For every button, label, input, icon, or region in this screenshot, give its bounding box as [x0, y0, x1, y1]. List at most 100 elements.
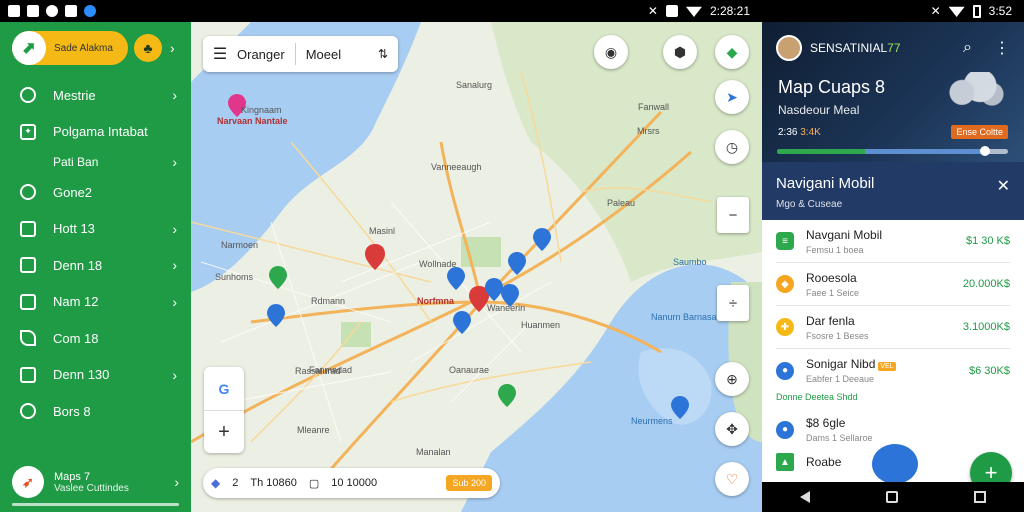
menu-icon[interactable]: ☰ [203, 44, 237, 64]
mute-icon: ✕ [647, 4, 658, 18]
hero-meta-time: 2:36 [778, 126, 798, 138]
app-logo[interactable]: ⬈ Sade Alakma [12, 31, 128, 65]
map-label: Norfmna [417, 296, 455, 306]
zoom-in-button[interactable]: + [204, 410, 244, 453]
drawer-footer[interactable]: ➶ Maps 7 Vaslee Cuttindes › [0, 452, 191, 512]
shield-icon[interactable]: ⬢ [663, 35, 697, 69]
route-tag[interactable]: Sub 200 [446, 475, 492, 491]
item-value: 3.1000K$ [962, 321, 1010, 333]
map-label: Huanmen [521, 320, 561, 330]
map-info-bar[interactable]: ◆ 2 Th 10860 ▢ 10 10000 Sub 200 [203, 468, 500, 498]
navigate-icon[interactable]: ➤ [715, 80, 749, 114]
list-item[interactable]: ● Sonigar Nibd VEL Eabfer 1 Deeaue $6 30K$ [776, 349, 1010, 392]
chevron-right-icon: › [172, 257, 177, 274]
item-title-text: Sonigar Nibd [806, 357, 876, 371]
username: SENSATINIAL77 [810, 41, 901, 55]
search-mode-text[interactable]: Moeel [306, 47, 341, 62]
list-item[interactable]: ≡ Navgani Mobil Femsu 1 boea $1 30 K$ [776, 220, 1010, 263]
list-item[interactable]: ◆ Rooesola Faee 1 Seice 20.000K$ [776, 263, 1010, 306]
item-subtitle: Eabfer 1 Deeaue [806, 374, 875, 384]
nav-item-8[interactable]: Denn 130 › [0, 357, 191, 394]
hero-badge[interactable]: Ense Coltte [951, 125, 1008, 139]
globe-icon [84, 5, 96, 17]
item-title: Roabe [806, 455, 842, 469]
hero-subtitle: Nasdeour Meal [778, 103, 860, 117]
clover-icon[interactable]: ♣ [134, 34, 162, 62]
touch-indicator [872, 444, 918, 484]
list-icon [20, 257, 36, 274]
map-label: Narmoen [221, 240, 259, 250]
nav-item-label: Bors 8 [53, 403, 91, 419]
map-label: Fanwall [638, 102, 670, 112]
nav-item-6[interactable]: Nam 12 › [0, 284, 191, 321]
sort-icon[interactable]: ⇅ [378, 47, 388, 61]
hero-meta-value: 3:4K [800, 126, 821, 138]
minus-button[interactable]: − [717, 197, 749, 233]
hero-meta: 2:36 3:4K Ense Coltte [778, 125, 1024, 139]
clock-icon[interactable]: ◷ [715, 130, 749, 164]
map-view[interactable]: Kingnaam Narvaan Nantale Sanalurg Vannee… [191, 22, 762, 512]
username-text: SENSATINIAL [810, 41, 888, 55]
map-label: Waneerin [487, 303, 526, 313]
back-icon[interactable] [800, 491, 810, 503]
directions-icon[interactable]: ✥ [715, 412, 749, 446]
refresh-icon [20, 184, 36, 201]
nav-item-5[interactable]: Denn 18 › [0, 247, 191, 284]
nav-item-4[interactable]: Hott 13 › [0, 211, 191, 248]
nav-item-3[interactable]: Gone2 [0, 174, 191, 211]
image-icon [20, 293, 36, 310]
footer-subtitle: Vaslee Cuttindes [54, 482, 129, 494]
home-icon[interactable] [886, 491, 898, 503]
leaf-icon: ▲ [776, 453, 794, 471]
image-icon [27, 5, 39, 17]
progress-bar[interactable] [777, 146, 1008, 156]
nav-item-2[interactable]: Pati Ban › [0, 150, 191, 174]
system-nav-bar [762, 482, 1024, 512]
progress-knob[interactable] [979, 146, 990, 156]
item-subtitle: Dams 1 Sellaroe [806, 433, 873, 443]
map-label: Sunhoms [215, 272, 254, 282]
nav-item-9[interactable]: Bors 8 [0, 393, 191, 430]
compass-button[interactable]: ÷ [717, 285, 749, 321]
nav-item-label: Pati Ban [53, 155, 99, 169]
puzzle-icon: ✚ [776, 318, 794, 336]
list-item[interactable]: ✚ Dar fenla Fsosre 1 Beses 3.1000K$ [776, 306, 1010, 349]
more-vert-icon[interactable]: ⋮ [994, 38, 1010, 58]
progress-fill [777, 149, 985, 154]
item-title: Dar fenla [806, 313, 855, 328]
nav-item-7[interactable]: Com 18 [0, 320, 191, 357]
map-search-bar[interactable]: ☰ Oranger Moeel ⇅ [203, 36, 398, 72]
card-subtitle: Mgo & Cuseae [776, 199, 843, 210]
nav-item-label: Denn 130 [53, 367, 110, 383]
avatar[interactable] [776, 35, 802, 61]
map-label: Rassalurad [295, 366, 341, 376]
item-badge: VEL [878, 362, 896, 371]
hero-header: SENSATINIAL77 ⌕ ⋮ Map Cuaps 8 Nasdeour M… [762, 22, 1024, 162]
nav-item-0[interactable]: Mestrie › [0, 77, 191, 114]
item-title: Navgani Mobil [806, 227, 883, 242]
target-icon[interactable]: ◉ [594, 35, 628, 69]
item-title: $8 6gle [806, 416, 846, 430]
item-value: 20.000K$ [962, 278, 1010, 290]
map-label: Oanaurae [449, 365, 490, 375]
marker-icon[interactable]: ♡ [715, 462, 749, 496]
search-location-text[interactable]: Oranger [237, 47, 285, 62]
search-icon[interactable]: ⌕ [963, 39, 972, 57]
wifi-icon [948, 6, 965, 17]
close-icon[interactable]: ✕ [997, 176, 1010, 196]
nav-item-1[interactable]: ✦ Polgama Intabat [0, 114, 191, 151]
chevron-right-icon[interactable]: › [170, 40, 175, 56]
chevron-right-icon: › [172, 154, 177, 170]
item-value: $1 30 K$ [965, 235, 1010, 247]
google-icon[interactable]: G [204, 367, 244, 410]
username-suffix: 77 [887, 41, 901, 55]
shield-icon: ◆ [776, 275, 794, 293]
cloud-icon [944, 72, 1004, 106]
layers-icon[interactable]: ◆ [715, 35, 749, 69]
recents-icon[interactable] [974, 491, 986, 503]
map-label: Narvaan Nantale [217, 116, 288, 126]
locate-icon[interactable]: ⊕ [715, 362, 749, 396]
route-box-icon: ▢ [308, 477, 320, 490]
leaf-icon [20, 330, 36, 347]
mute-icon: ✕ [930, 4, 941, 18]
